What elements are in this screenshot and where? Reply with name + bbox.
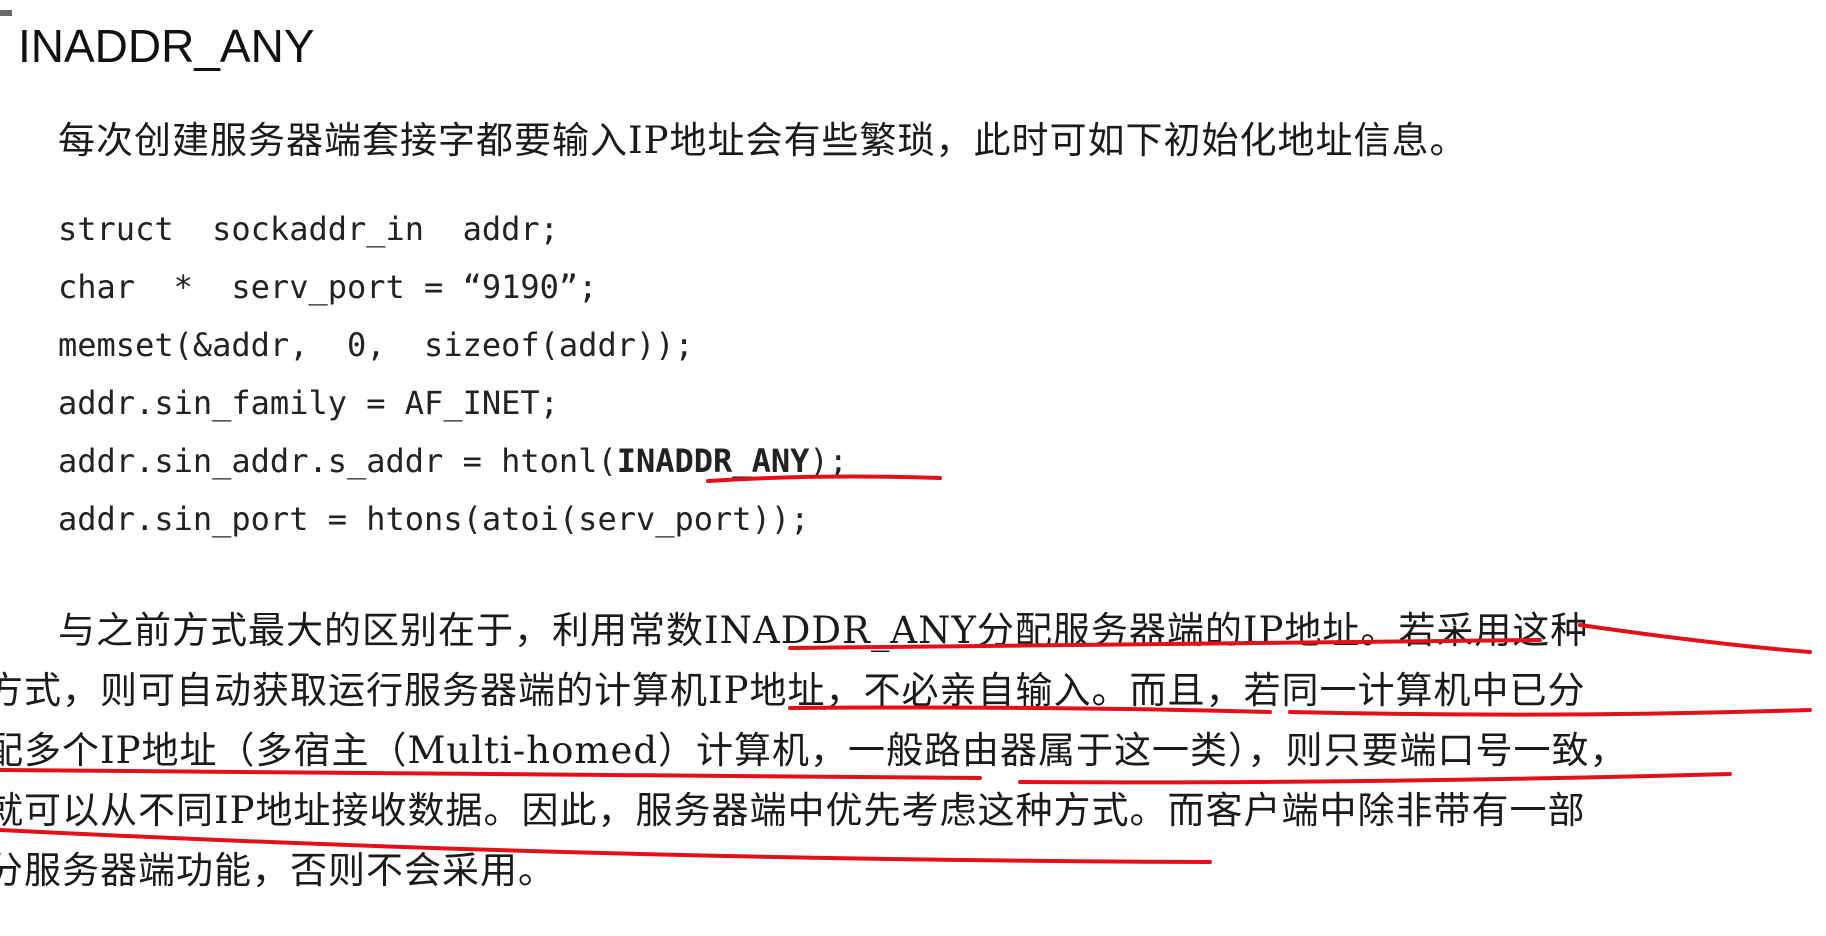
code-block: struct sockaddr_in addr; char * serv_por… bbox=[58, 200, 848, 548]
code-line: memset(&addr, 0, sizeof(addr)); bbox=[58, 326, 694, 364]
paragraph-line: 配多个IP地址（多宿主（Multi-homed）计算机，一般路由器属于这一类），… bbox=[0, 729, 1628, 772]
paragraph-line: 分服务器端功能，否则不会采用。 bbox=[0, 849, 556, 892]
code-line: addr.sin_family = AF_INET; bbox=[58, 384, 559, 422]
code-line: char * serv_port = “9190”; bbox=[58, 268, 598, 306]
paragraph-line: 方式，则可自动获取运行服务器端的计算机IP地址，不必亲自输入。而且，若同一计算机… bbox=[0, 669, 1586, 712]
code-text: addr.sin_addr.s_addr = htonl( bbox=[58, 442, 617, 480]
code-keyword-inaddr-any: INADDR_ANY bbox=[616, 442, 810, 480]
code-line: struct sockaddr_in addr; bbox=[58, 210, 559, 248]
paragraph-line: 与之前方式最大的区别在于，利用常数INADDR_ANY分配服务器端的IP地址。若… bbox=[58, 609, 1589, 652]
code-line: addr.sin_port = htons(atoi(serv_port)); bbox=[58, 500, 810, 538]
section-heading: INADDR_ANY bbox=[18, 20, 315, 72]
intro-paragraph: 每次创建服务器端套接字都要输入IP地址会有些繁琐，此时可如下初始化地址信息。 bbox=[58, 119, 1468, 162]
page-corner-mark bbox=[0, 10, 12, 16]
underline-mark bbox=[1578, 623, 1812, 654]
paragraph-line: 就可以从不同IP地址接收数据。因此，服务器端中优先考虑这种方式。而客户端中除非带… bbox=[0, 789, 1586, 832]
code-line: addr.sin_addr.s_addr = htonl(INADDR_ANY)… bbox=[58, 432, 848, 490]
code-text: ); bbox=[809, 442, 848, 480]
